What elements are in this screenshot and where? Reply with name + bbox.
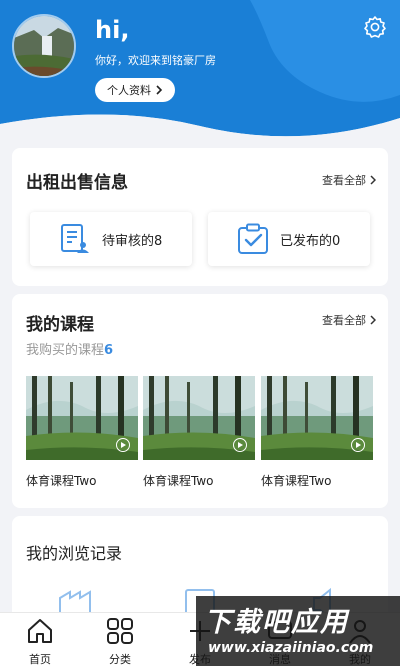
my-courses-card: 我的课程 查看全部 我购买的课程6 体育课程Two 体育课程Two 体育课程Tw…	[12, 294, 388, 508]
chevron-right-icon	[370, 315, 376, 325]
watermark-title: 下载吧应用	[204, 607, 349, 638]
courses-title: 我的课程	[26, 315, 94, 335]
course-thumbnail	[26, 376, 138, 460]
document-review-icon	[61, 224, 89, 253]
play-icon	[351, 438, 365, 452]
tab-label: 首页	[29, 653, 51, 666]
avatar[interactable]	[12, 14, 76, 78]
published-label: 已发布的0	[280, 233, 341, 249]
course-name: 体育课程Two	[26, 474, 97, 488]
tab-home[interactable]: 首页	[10, 617, 70, 666]
profile-button[interactable]: 个人资料	[95, 78, 175, 102]
course-name: 体育课程Two	[143, 474, 214, 488]
chevron-right-icon	[370, 175, 376, 185]
pending-review-button[interactable]: 待审核的8	[30, 212, 192, 266]
rental-title: 出租出售信息	[26, 173, 128, 193]
tab-category[interactable]: 分类	[90, 617, 150, 666]
purchased-label: 我购买的课程	[26, 343, 105, 358]
pending-review-label: 待审核的8	[102, 233, 163, 249]
watermark: 下载吧应用 www.xiazaiiniao.com	[196, 596, 400, 666]
purchased-count: 6	[104, 343, 114, 358]
rental-view-all-link[interactable]: 查看全部	[322, 172, 376, 188]
watermark-url: www.xiazaiiniao.com	[208, 640, 374, 656]
course-card[interactable]: 体育课程Two	[143, 376, 255, 489]
course-card[interactable]: 体育课程Two	[26, 376, 138, 489]
tab-label: 分类	[109, 653, 131, 666]
profile-button-label: 个人资料	[107, 84, 151, 97]
gear-icon[interactable]	[363, 15, 387, 39]
rental-info-card: 出租出售信息 查看全部 待审核的8 已发布的0	[12, 148, 388, 286]
home-icon	[28, 619, 52, 643]
chevron-right-icon	[156, 85, 163, 95]
play-icon	[116, 438, 130, 452]
published-button[interactable]: 已发布的0	[208, 212, 370, 266]
profile-header: hi, 你好，欢迎来到铭豪厂房 个人资料	[0, 0, 400, 150]
purchased-courses-summary[interactable]: 我购买的课程6	[26, 339, 113, 358]
clipboard-check-icon	[238, 223, 268, 254]
course-name: 体育课程Two	[261, 474, 332, 488]
courses-view-all-link[interactable]: 查看全部	[322, 312, 376, 328]
history-title: 我的浏览记录	[26, 544, 123, 563]
view-all-label: 查看全部	[322, 314, 366, 327]
play-icon	[233, 438, 247, 452]
course-thumbnail	[261, 376, 373, 460]
course-thumbnail	[143, 376, 255, 460]
greeting: hi,	[95, 16, 130, 44]
grid-icon	[107, 618, 133, 644]
view-all-label: 查看全部	[322, 174, 366, 187]
welcome-text: 你好，欢迎来到铭豪厂房	[95, 54, 216, 67]
course-card[interactable]: 体育课程Two	[261, 376, 373, 489]
